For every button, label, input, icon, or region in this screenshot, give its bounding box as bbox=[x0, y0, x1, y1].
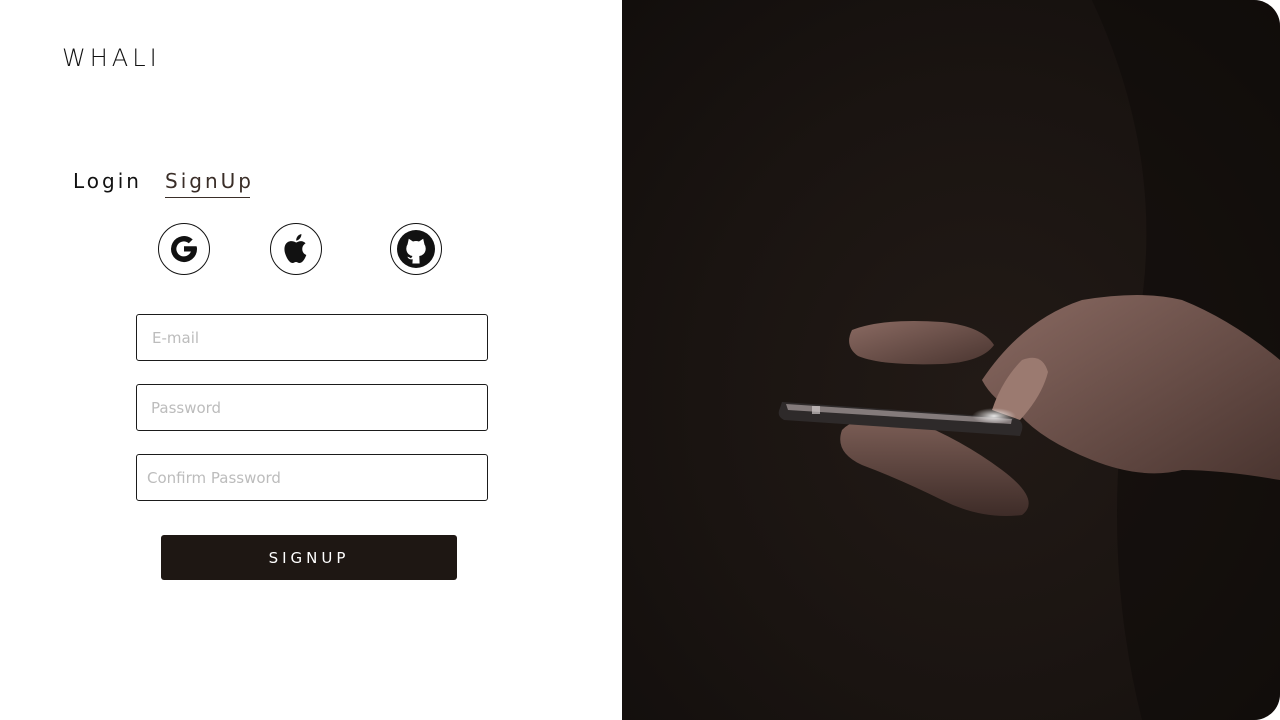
apple-icon bbox=[279, 230, 313, 268]
password-input[interactable] bbox=[136, 384, 488, 431]
apple-signin-button[interactable] bbox=[270, 223, 322, 275]
tab-login[interactable]: Login bbox=[73, 168, 142, 194]
brand-logo: WHALI bbox=[62, 44, 161, 72]
google-icon bbox=[166, 231, 202, 267]
google-signin-button[interactable] bbox=[158, 223, 210, 275]
email-input[interactable] bbox=[136, 314, 488, 361]
signup-submit-button[interactable]: SIGNUP bbox=[161, 535, 457, 580]
confirm-password-input[interactable] bbox=[136, 454, 488, 501]
hero-image bbox=[622, 0, 1280, 720]
hands-holding-phone-illustration bbox=[778, 0, 1280, 720]
signup-panel: WHALI Login SignUp SIGNUP bbox=[0, 0, 622, 720]
github-signin-button[interactable] bbox=[390, 223, 442, 275]
github-icon bbox=[396, 229, 436, 269]
tab-signup[interactable]: SignUp bbox=[165, 168, 254, 198]
